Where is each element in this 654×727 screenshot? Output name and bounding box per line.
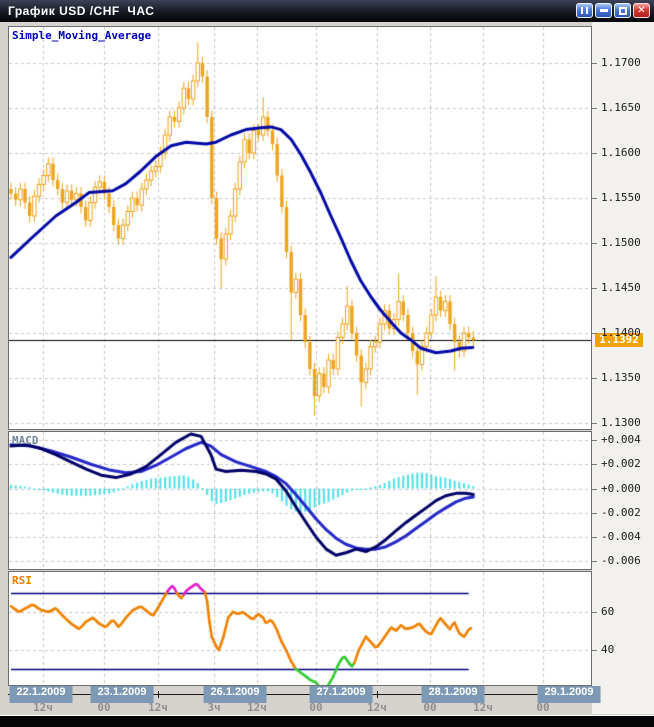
window-title: График USD /CHF ЧАС [0,4,154,18]
titlebar[interactable]: График USD /CHF ЧАС ✕ [0,0,654,22]
macd-panel: MACD [8,431,592,570]
minimize-button[interactable] [595,3,612,18]
bottom-bar [0,715,654,727]
date-badge: 29.1.2009 [538,686,601,703]
date-badge: 23.1.2009 [91,686,154,703]
date-badge: 26.1.2009 [204,686,267,703]
time-axis-tick [158,691,159,698]
rsi-canvas[interactable] [9,572,591,685]
pause-button[interactable] [576,3,593,18]
date-badge: 28.1.2009 [422,686,485,703]
maximize-button[interactable] [614,3,631,18]
window-controls: ✕ [576,3,650,18]
indicator-label-macd: MACD [12,434,39,447]
pause-icon [581,7,588,14]
price-axis-column [592,22,654,714]
rsi-panel: RSI [8,571,592,686]
main-chart-panel: Simple_Moving_Average [8,26,592,430]
maximize-icon [619,7,627,15]
date-badge: 22.1.2009 [10,686,73,703]
price-chart-canvas[interactable] [9,27,591,429]
date-badge: 27.1.2009 [310,686,373,703]
minimize-icon [600,9,608,12]
macd-canvas[interactable] [9,432,591,569]
close-button[interactable]: ✕ [633,3,650,18]
close-icon: ✕ [637,6,645,16]
indicator-label-rsi: RSI [12,574,32,587]
date-axis: 12ч0012ч3ч12ч0012ч0012ч0022.1.200923.1.2… [0,686,654,714]
indicator-label-sma: Simple_Moving_Average [12,29,151,42]
time-axis-tick [377,691,378,698]
chart-window: График USD /CHF ЧАС ✕ Simple_Moving_Aver… [0,0,654,727]
